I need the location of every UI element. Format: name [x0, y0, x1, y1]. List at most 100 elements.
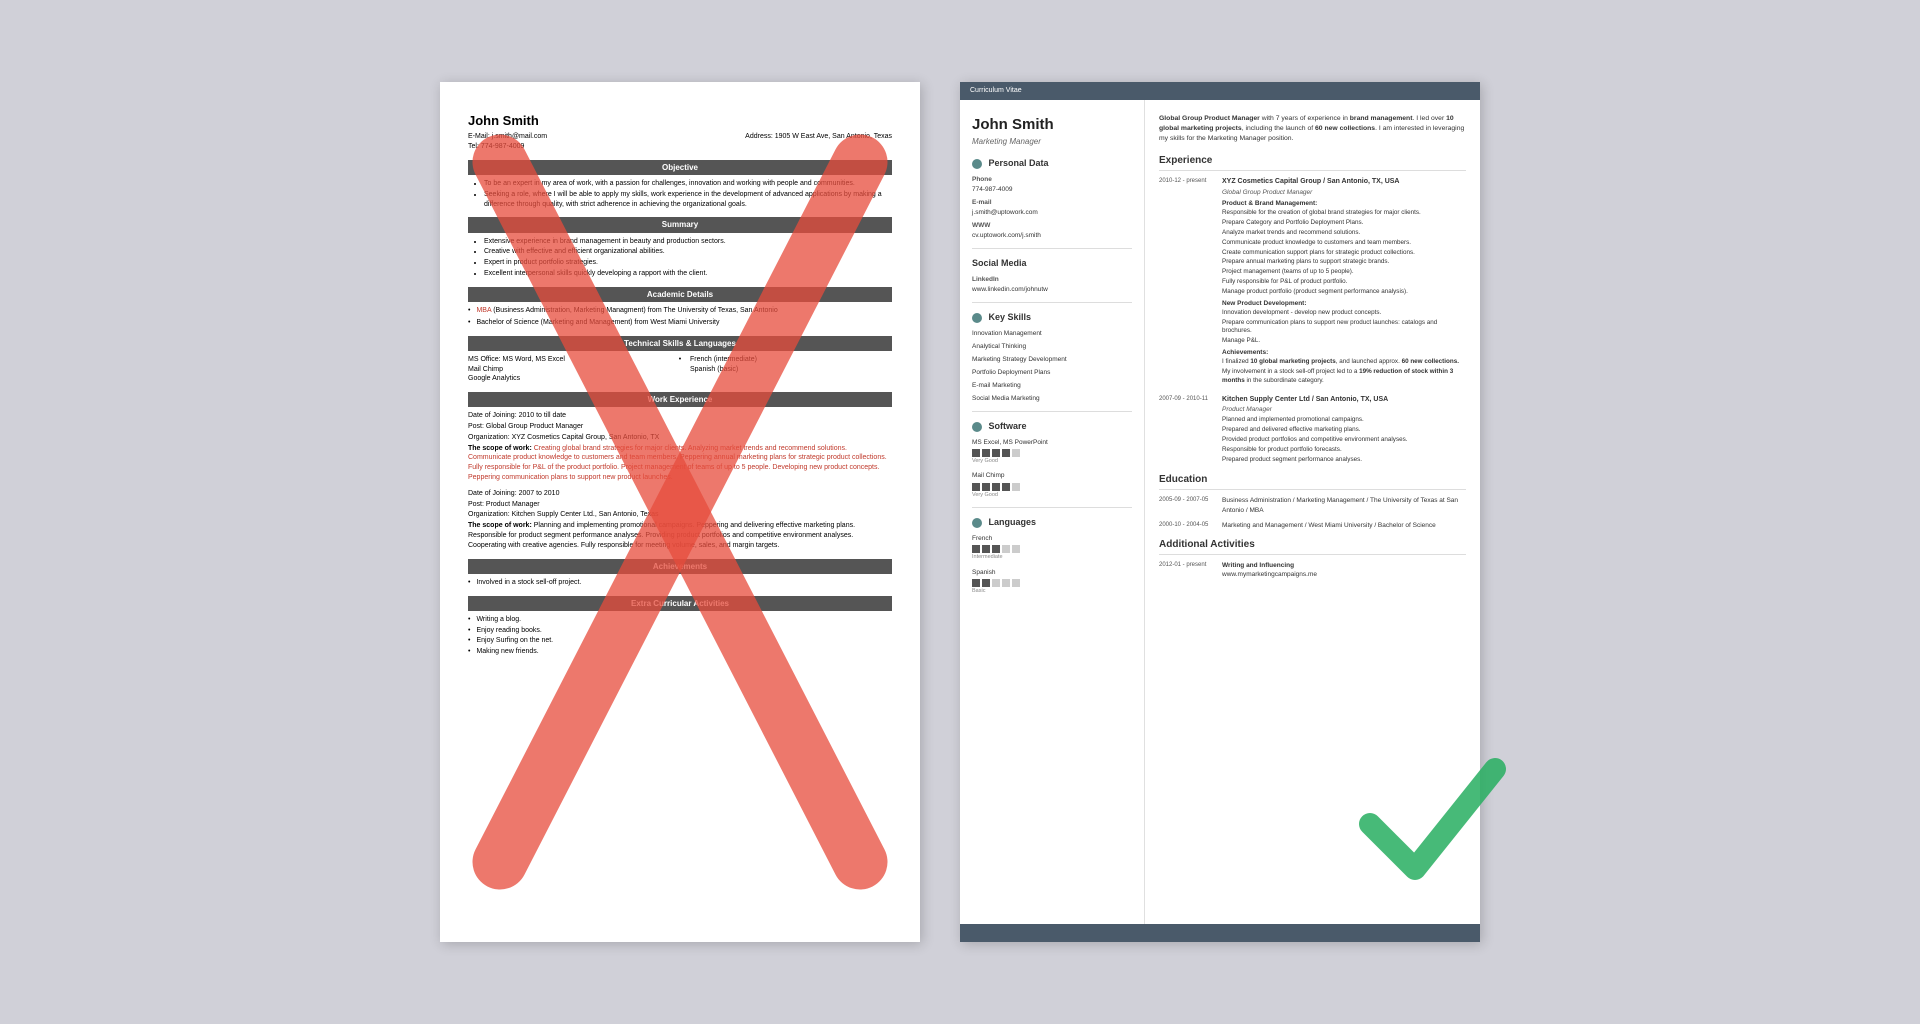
skills-left: MS Office: MS Word, MS Excel Mail Chimp …	[468, 355, 670, 384]
social-title: Social Media	[972, 257, 1132, 270]
www-label: WWW	[972, 221, 1132, 230]
lang-item-0: French Intermediate	[972, 534, 1132, 562]
exp-dates-1: 2007-09 - 2010-11	[1159, 395, 1214, 466]
summary-list: Extensive experience in brand management…	[468, 237, 892, 279]
exp-entry-1: 2007-09 - 2010-11 Kitchen Supply Center …	[1159, 395, 1466, 466]
experience-title: Experience	[1159, 154, 1466, 171]
sidebar-divider-4	[972, 507, 1132, 508]
exp-role-0: Global Group Product Manager	[1222, 188, 1466, 197]
summary-header: Summary	[468, 217, 892, 232]
exp-org-1: Kitchen Supply Center Ltd / San Antonio,…	[1222, 395, 1466, 405]
linkedin-label: LinkedIn	[972, 275, 1132, 284]
bar-1-2	[982, 483, 990, 491]
left-contact-left: E-Mail: j.smith@mail.com Tel: 774-987-40…	[468, 132, 547, 152]
exp-org-0: XYZ Cosmetics Capital Group / San Antoni…	[1222, 177, 1466, 187]
objective-header: Objective	[468, 160, 892, 175]
right-title: Marketing Manager	[972, 136, 1132, 147]
technical-header: Technical Skills & Languages	[468, 336, 892, 351]
personal-data-title: Personal Data	[972, 157, 1132, 170]
right-name: John Smith	[972, 114, 1132, 135]
software-item-0: MS Excel, MS PowerPoint Very Good	[972, 438, 1132, 466]
bar-0-1	[972, 449, 980, 457]
bar-0-2	[982, 449, 990, 457]
software-item-1: Mail Chimp Very Good	[972, 471, 1132, 499]
exp-role-1: Product Manager	[1222, 405, 1466, 414]
extra-0: Writing a blog.	[468, 615, 892, 625]
edu-entry-0: 2005-09 - 2007-05 Business Administratio…	[1159, 496, 1466, 514]
subsection-0-0: Product & Brand Management:	[1222, 199, 1466, 208]
lang-item-1: Spanish Basic	[972, 568, 1132, 596]
additional-content-0: Writing and Influencing www.mymarketingc…	[1222, 561, 1317, 579]
software-title: Software	[972, 420, 1132, 433]
education-title: Education	[1159, 473, 1466, 490]
bar-0-5	[1012, 449, 1020, 457]
email-value: j.smith@uptowork.com	[972, 208, 1132, 217]
subsection-0-2: Achievements:	[1222, 348, 1466, 357]
left-contact-right: Address: 1905 W East Ave, San Antonio, T…	[745, 132, 892, 152]
skills-dot	[972, 313, 982, 323]
achievement-bullet-0: I finalized 10 global marketing projects…	[1222, 358, 1466, 367]
phone-label: Phone	[972, 175, 1132, 184]
lang-bar-0	[972, 545, 1132, 553]
additional-entry-0: 2012-01 - present Writing and Influencin…	[1159, 561, 1466, 579]
exp-entry-0: 2010-12 - present XYZ Cosmetics Capital …	[1159, 177, 1466, 386]
cv-intro: Global Group Product Manager with 7 year…	[1159, 114, 1466, 145]
sidebar-divider-3	[972, 411, 1132, 412]
skills-divider: •	[670, 355, 690, 384]
resume-comparison: John Smith E-Mail: j.smith@mail.com Tel:…	[400, 42, 1520, 982]
personal-dot	[972, 159, 982, 169]
bar-1-5	[1012, 483, 1020, 491]
work-entry-0: Date of Joining: 2010 to till date Post:…	[468, 411, 892, 483]
www-value: cv.uptowork.com/j.smith	[972, 231, 1132, 240]
skills-right: French (intermediate) Spanish (basic)	[690, 355, 892, 384]
cv-body: John Smith Marketing Manager Personal Da…	[960, 100, 1480, 924]
extra-1: Enjoy reading books.	[468, 626, 892, 636]
lang-dot	[972, 518, 982, 528]
work-entry-1: Date of Joining: 2007 to 2010 Post: Prod…	[468, 489, 892, 551]
phone-value: 774-987-4009	[972, 185, 1132, 194]
cv-sidebar: John Smith Marketing Manager Personal Da…	[960, 100, 1145, 924]
left-resume: John Smith E-Mail: j.smith@mail.com Tel:…	[440, 82, 920, 942]
cv-main: Global Group Product Manager with 7 year…	[1145, 100, 1480, 924]
edu-entry-1: 2000-10 - 2004-05 Marketing and Manageme…	[1159, 521, 1466, 530]
lang-bar-1	[972, 579, 1132, 587]
software-bar-0	[972, 449, 1132, 457]
edu-dates-1: 2000-10 - 2004-05	[1159, 521, 1214, 530]
edu-dates-0: 2005-09 - 2007-05	[1159, 496, 1214, 514]
key-skills-title: Key Skills	[972, 311, 1132, 324]
additional-title: Additional Activities	[1159, 538, 1466, 555]
objective-list: To be an expert in my area of work, with…	[468, 179, 892, 209]
extra-3: Making new friends.	[468, 647, 892, 657]
extra-2: Enjoy Surfing on the net.	[468, 636, 892, 646]
bar-1-4	[1002, 483, 1010, 491]
sidebar-divider-2	[972, 302, 1132, 303]
left-contact: E-Mail: j.smith@mail.com Tel: 774-987-40…	[468, 132, 892, 152]
achievement-0: Involved in a stock sell-off project.	[468, 578, 892, 588]
work-header: Work Experience	[468, 392, 892, 407]
email-label: E-mail	[972, 198, 1132, 207]
bar-0-4	[1002, 449, 1010, 457]
skills-grid: MS Office: MS Word, MS Excel Mail Chimp …	[468, 355, 892, 384]
cv-bottom-bar	[960, 924, 1480, 942]
exp-dates-0: 2010-12 - present	[1159, 177, 1214, 386]
bar-0-3	[992, 449, 1000, 457]
achievements-header: Achievements	[468, 559, 892, 574]
languages-title: Languages	[972, 516, 1132, 529]
bar-1-1	[972, 483, 980, 491]
software-bar-1	[972, 483, 1132, 491]
software-dot	[972, 422, 982, 432]
left-name: John Smith	[468, 112, 892, 130]
edu-content-0: Business Administration / Marketing Mana…	[1222, 496, 1466, 514]
exp-content-0: XYZ Cosmetics Capital Group / San Antoni…	[1222, 177, 1466, 386]
subsection-0-1: New Product Development:	[1222, 299, 1466, 308]
right-resume: Curriculum Vitae John Smith Marketing Ma…	[960, 82, 1480, 942]
achievement-bullet-1: My involvement in a stock sell-off proje…	[1222, 368, 1466, 386]
cv-header-bar: Curriculum Vitae	[960, 82, 1480, 100]
edu-content-1: Marketing and Management / West Miami Un…	[1222, 521, 1466, 530]
bar-1-3	[992, 483, 1000, 491]
academic-header: Academic Details	[468, 287, 892, 302]
exp-content-1: Kitchen Supply Center Ltd / San Antonio,…	[1222, 395, 1466, 466]
linkedin-value: www.linkedin.com/johnutw	[972, 285, 1132, 294]
academic-item-1: Bachelor of Science (Marketing and Manag…	[468, 318, 892, 328]
extra-header: Extra Curricular Activities	[468, 596, 892, 611]
